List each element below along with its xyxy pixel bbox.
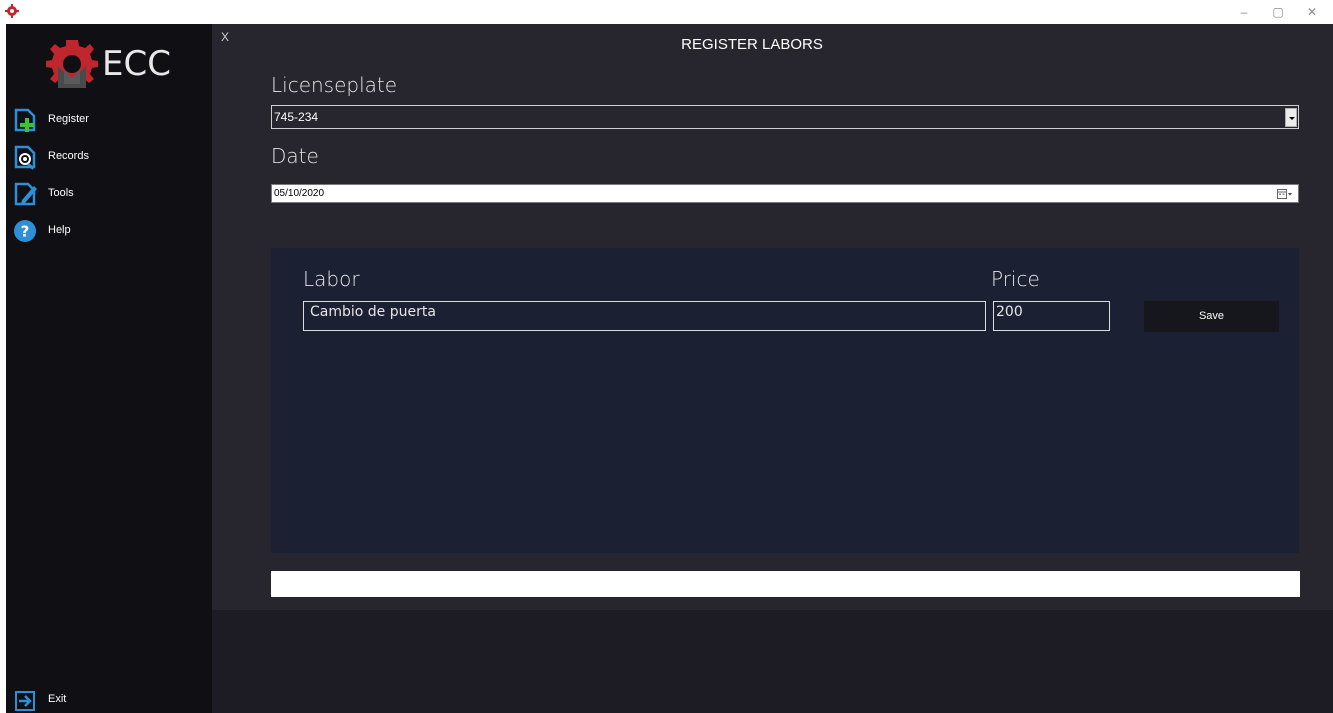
labor-card	[271, 248, 1299, 553]
chevron-down-icon[interactable]	[1285, 108, 1297, 127]
records-icon	[14, 145, 36, 170]
sidebar-item-label: Exit	[48, 693, 67, 705]
status-bar	[271, 571, 1300, 597]
price-input[interactable]: 200	[993, 301, 1110, 331]
window-titlebar: – ▢ ✕	[0, 0, 1333, 24]
register-icon	[14, 108, 36, 132]
price-label: Price	[991, 267, 1040, 291]
calendar-dropdown-icon[interactable]	[1277, 188, 1293, 200]
close-form-button[interactable]: X	[221, 30, 229, 44]
minimize-button[interactable]: –	[1230, 2, 1258, 22]
ecc-logo: ECC	[42, 36, 172, 88]
sidebar-item-help[interactable]: ? Help	[12, 216, 202, 246]
close-window-button[interactable]: ✕	[1298, 2, 1326, 22]
sidebar-item-label: Help	[48, 224, 71, 236]
exit-icon	[15, 691, 35, 711]
app-gear-icon	[5, 4, 19, 18]
licenseplate-value: 745-234	[274, 110, 319, 124]
logo-text: ECC	[102, 44, 171, 84]
help-icon: ?	[14, 220, 36, 242]
save-button[interactable]: Save	[1144, 301, 1279, 332]
sidebar: ECC Register Records Tools ? Help Exit	[6, 24, 212, 713]
svg-text:?: ?	[21, 223, 30, 241]
tools-icon	[14, 182, 37, 206]
date-picker[interactable]: 05/10/2020	[271, 184, 1299, 203]
date-label: Date	[271, 144, 319, 168]
date-value: 05/10/2020	[274, 188, 325, 199]
restore-button[interactable]: ▢	[1264, 2, 1292, 22]
sidebar-item-label: Tools	[48, 187, 74, 199]
logo-gear-icon	[46, 40, 98, 88]
sidebar-item-register[interactable]: Register	[12, 105, 202, 135]
labor-label: Labor	[303, 267, 360, 291]
sidebar-item-tools[interactable]: Tools	[12, 179, 202, 209]
sidebar-item-label: Register	[48, 113, 89, 125]
sidebar-item-records[interactable]: Records	[12, 142, 202, 172]
page-title: REGISTER LABORS	[681, 36, 823, 53]
sidebar-item-label: Records	[48, 150, 89, 162]
sidebar-item-exit[interactable]: Exit	[12, 685, 202, 713]
labor-input[interactable]: Cambio de puerta	[303, 301, 986, 331]
licenseplate-label: Licenseplate	[271, 73, 398, 97]
licenseplate-select[interactable]: 745-234	[271, 105, 1299, 129]
